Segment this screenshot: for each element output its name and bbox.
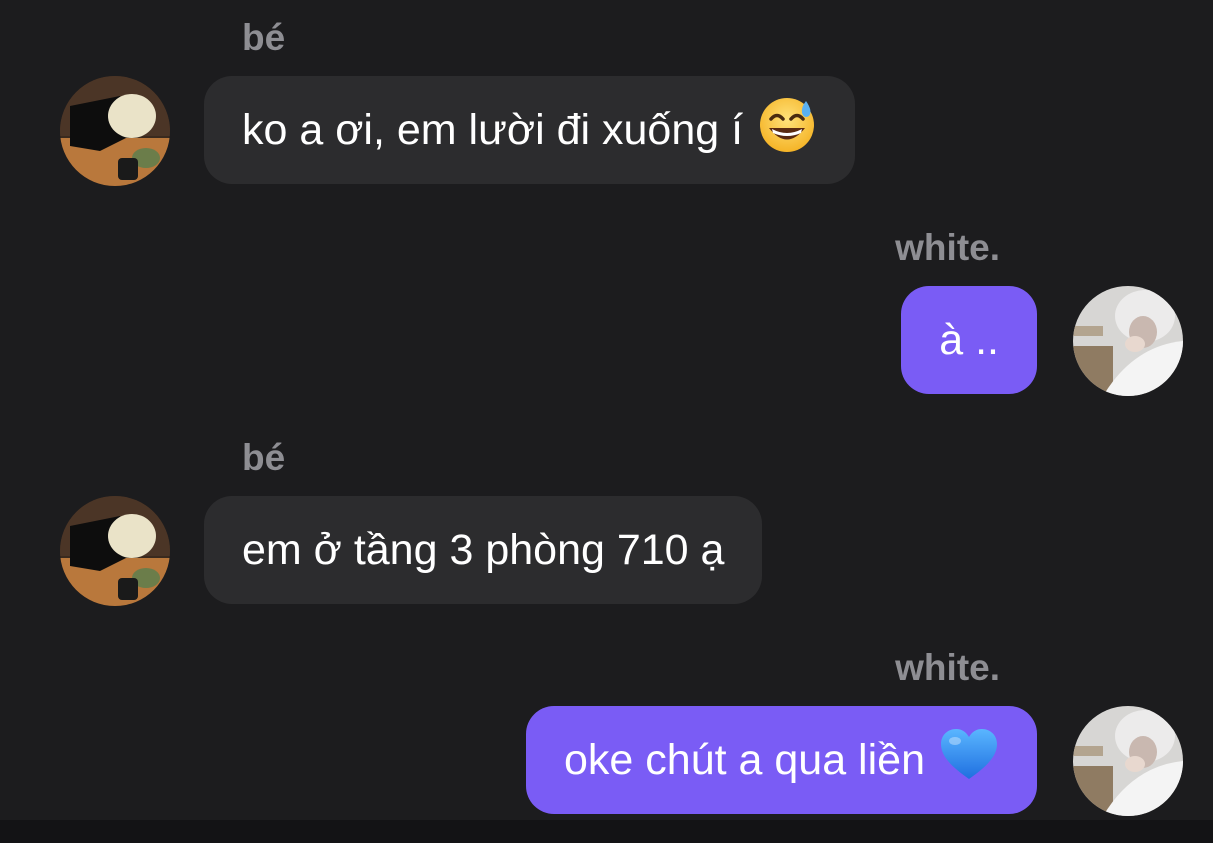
- message-bubble-outgoing[interactable]: à ..: [901, 286, 1037, 394]
- avatar-photo: [60, 496, 170, 606]
- bottom-edge: [0, 820, 1213, 843]
- sender-name: bé: [242, 437, 286, 478]
- avatar-photo: [1073, 706, 1183, 816]
- message-bubble-incoming[interactable]: em ở tầng 3 phòng 710 ạ: [204, 496, 763, 604]
- sender-name: white.: [895, 647, 1000, 688]
- chat-thread[interactable]: bé ko a ơi, em lười đi xuống í white. à …: [0, 0, 1213, 820]
- avatar[interactable]: [1073, 286, 1183, 396]
- message-bubble-incoming[interactable]: ko a ơi, em lười đi xuống í: [204, 76, 856, 184]
- avatar[interactable]: [60, 496, 170, 606]
- avatar[interactable]: [1073, 706, 1183, 816]
- avatar-photo: [60, 76, 170, 186]
- blue-heart-icon: [939, 727, 999, 794]
- sender-name: bé: [242, 17, 286, 58]
- message-text: à ..: [939, 315, 999, 364]
- avatar-photo: [1073, 286, 1183, 396]
- avatar[interactable]: [60, 76, 170, 186]
- message-text: em ở tầng 3 phòng 710 ạ: [242, 525, 725, 574]
- message-bubble-outgoing[interactable]: oke chút a qua liền: [526, 706, 1037, 814]
- sender-name: white.: [895, 227, 1000, 268]
- grinning-face-with-sweat-icon: [757, 95, 817, 166]
- message-text: ko a ơi, em lười đi xuống í: [242, 105, 744, 154]
- message-text: oke chút a qua liền: [564, 735, 925, 784]
